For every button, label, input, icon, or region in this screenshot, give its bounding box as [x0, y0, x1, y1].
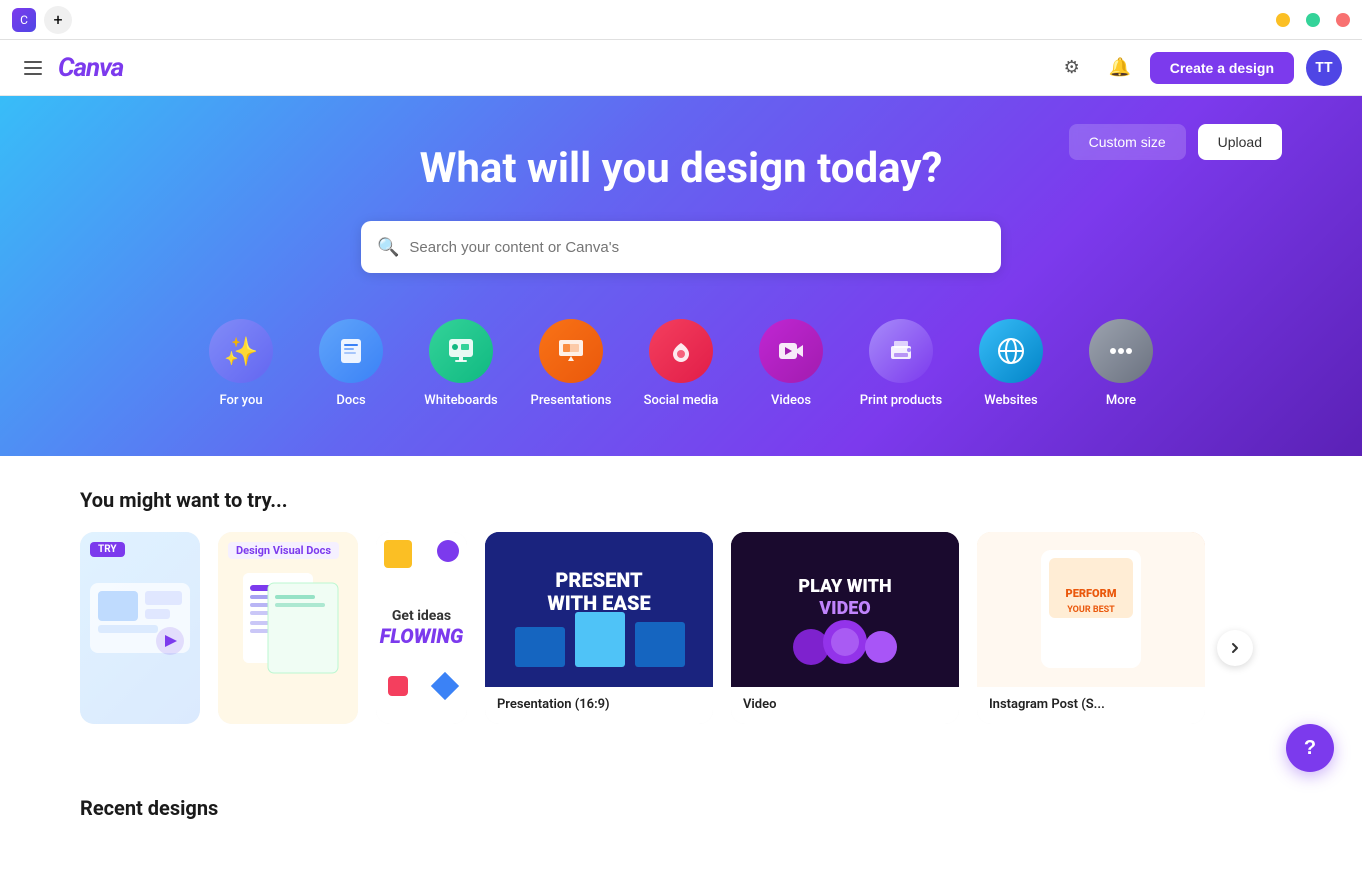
notifications-button[interactable]: 🔔 — [1102, 50, 1138, 86]
category-whiteboards-label: Whiteboards — [424, 393, 497, 408]
more-icon — [1089, 319, 1153, 383]
search-bar: 🔍 — [361, 221, 1001, 273]
card-play[interactable]: TRY Play with Canva — [80, 532, 200, 724]
card-instagram[interactable]: PERFORM YOUR BEST Instagram Post (S... — [977, 532, 1205, 724]
hero-actions: Custom size Upload — [1069, 124, 1282, 160]
category-whiteboards[interactable]: Whiteboards — [406, 309, 516, 416]
category-videos[interactable]: Videos — [736, 309, 846, 416]
category-presentations-label: Presentations — [531, 393, 612, 408]
category-websites-label: Websites — [984, 393, 1038, 408]
search-icon: 🔍 — [377, 237, 399, 258]
create-design-button[interactable]: Create a design — [1150, 52, 1294, 84]
category-socialmedia[interactable]: Social media — [626, 309, 736, 416]
svg-text:VIDEO: VIDEO — [818, 598, 871, 619]
nav-right: ⚙ 🔔 Create a design TT — [1054, 50, 1342, 86]
recent-designs-section: Recent designs — [0, 796, 1362, 880]
try-badge: TRY — [90, 542, 125, 557]
presentations-icon — [539, 319, 603, 383]
socialmedia-icon — [649, 319, 713, 383]
category-foryou[interactable]: ✨ For you — [186, 309, 296, 416]
canva-logo[interactable]: Canva — [58, 53, 123, 83]
videos-icon — [759, 319, 823, 383]
category-more-label: More — [1106, 393, 1136, 408]
categories-row: ✨ For you Docs Whiteboards Presentations — [80, 309, 1282, 416]
main-content: You might want to try... TRY — [0, 456, 1362, 796]
hero-section: Custom size Upload What will you design … — [0, 96, 1362, 456]
settings-button[interactable]: ⚙ — [1054, 50, 1090, 86]
try-cards-row: TRY Play with Canva — [80, 532, 1205, 724]
card-presentation[interactable]: PRESENT WITH EASE Presentation (16:9) — [485, 532, 713, 724]
card-video-image: PLAY WITH VIDEO — [731, 532, 959, 687]
titlebar-left: C + — [12, 6, 72, 34]
help-button[interactable]: ? — [1286, 724, 1334, 772]
card-doc[interactable]: Design Visual Docs Doc — [218, 532, 358, 724]
minimize-button[interactable] — [1276, 13, 1290, 27]
try-section-title: You might want to try... — [80, 488, 1282, 512]
category-docs[interactable]: Docs — [296, 309, 406, 416]
new-tab-button[interactable]: + — [44, 6, 72, 34]
card-video-label: Video — [731, 687, 959, 724]
app-icon-label: C — [20, 13, 28, 27]
titlebar: C + — [0, 0, 1362, 40]
card-video[interactable]: PLAY WITH VIDEO Video — [731, 532, 959, 724]
close-button[interactable] — [1336, 13, 1350, 27]
svg-text:PLAY WITH: PLAY WITH — [798, 576, 891, 597]
card-doc-image: Design Visual Docs — [218, 532, 358, 724]
printproducts-icon — [869, 319, 933, 383]
category-foryou-label: For you — [219, 393, 262, 408]
avatar[interactable]: TT — [1306, 50, 1342, 86]
upload-button[interactable]: Upload — [1198, 124, 1282, 160]
category-printproducts[interactable]: Print products — [846, 309, 956, 416]
nav-left: Canva — [20, 53, 123, 83]
category-websites[interactable]: Websites — [956, 309, 1066, 416]
websites-icon — [979, 319, 1043, 383]
svg-text:PRESENT: PRESENT — [555, 568, 643, 592]
foryou-icon: ✨ — [209, 319, 273, 383]
svg-text:WITH EASE: WITH EASE — [547, 591, 650, 615]
category-printproducts-label: Print products — [860, 393, 942, 408]
category-docs-label: Docs — [336, 393, 365, 408]
category-presentations[interactable]: Presentations — [516, 309, 626, 416]
app-icon: C — [12, 8, 36, 32]
next-cards-button[interactable] — [1217, 630, 1253, 666]
window-controls — [1276, 13, 1350, 27]
docs-icon — [319, 319, 383, 383]
card-presentation-image: PRESENT WITH EASE — [485, 532, 713, 687]
maximize-button[interactable] — [1306, 13, 1320, 27]
category-more[interactable]: More — [1066, 309, 1176, 416]
card-play-image: TRY — [80, 532, 200, 724]
card-instagram-label: Instagram Post (S... — [977, 687, 1205, 724]
hamburger-menu[interactable] — [20, 57, 46, 79]
custom-size-button[interactable]: Custom size — [1069, 124, 1186, 160]
category-videos-label: Videos — [771, 393, 811, 408]
category-socialmedia-label: Social media — [644, 393, 719, 408]
svg-text:YOUR BEST: YOUR BEST — [1067, 605, 1115, 615]
recent-header: Recent designs — [80, 796, 1282, 840]
card-whiteboard-image: Get ideas FLOWING — [376, 532, 467, 724]
search-input[interactable] — [409, 239, 985, 256]
svg-text:PERFORM: PERFORM — [1065, 587, 1116, 600]
top-navigation: Canva ⚙ 🔔 Create a design TT — [0, 40, 1362, 96]
card-presentation-label: Presentation (16:9) — [485, 687, 713, 724]
card-whiteboard[interactable]: Get ideas FLOWING Whiteboard — [376, 532, 467, 724]
cards-container: TRY Play with Canva — [80, 532, 1282, 764]
card-instagram-image: PERFORM YOUR BEST — [977, 532, 1205, 687]
whiteboards-icon — [429, 319, 493, 383]
flow-text: Get ideas FLOWING — [380, 608, 463, 648]
